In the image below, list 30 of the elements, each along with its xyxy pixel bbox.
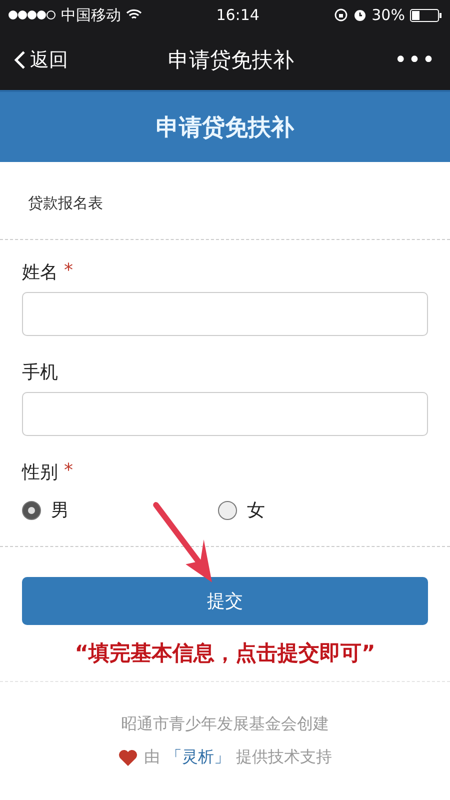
heart-icon	[118, 748, 138, 766]
section-title: 贷款报名表	[28, 194, 103, 212]
signal-icon	[8, 10, 56, 20]
more-button[interactable]: •••	[394, 48, 436, 72]
rotation-lock-icon	[334, 8, 348, 22]
submit-button[interactable]: 提交	[22, 577, 428, 625]
radio-option[interactable]: 女	[218, 498, 428, 522]
radio-option[interactable]: 男	[22, 498, 218, 522]
battery-percent: 30%	[372, 6, 405, 24]
battery-icon	[410, 8, 442, 22]
alarm-icon	[352, 8, 367, 22]
annotation-caption: “填完基本信息，点击提交即可”	[0, 639, 450, 682]
field-label: 手机	[22, 361, 58, 384]
creator-text: 昭通市青少年发展基金会创建	[121, 714, 329, 735]
header-title: 申请贷免扶补	[156, 114, 294, 142]
wifi-icon	[126, 9, 142, 21]
powered-suffix: 提供技术支持	[236, 747, 332, 768]
powered-prefix: 由	[144, 747, 160, 768]
nav-title: 申请贷免扶补	[168, 47, 294, 74]
back-button[interactable]: 返回	[14, 47, 68, 73]
chevron-left-icon	[14, 50, 26, 70]
status-time: 16:14	[216, 6, 260, 24]
field-label: 性别	[22, 461, 58, 484]
required-mark: *	[64, 460, 73, 481]
input-field[interactable]	[22, 392, 428, 436]
carrier-name: 中国移动	[61, 6, 121, 24]
brand-link[interactable]: 「灵析」	[166, 747, 230, 768]
field-label: 姓名	[22, 261, 58, 284]
required-mark: *	[64, 260, 73, 281]
input-field[interactable]	[22, 292, 428, 336]
